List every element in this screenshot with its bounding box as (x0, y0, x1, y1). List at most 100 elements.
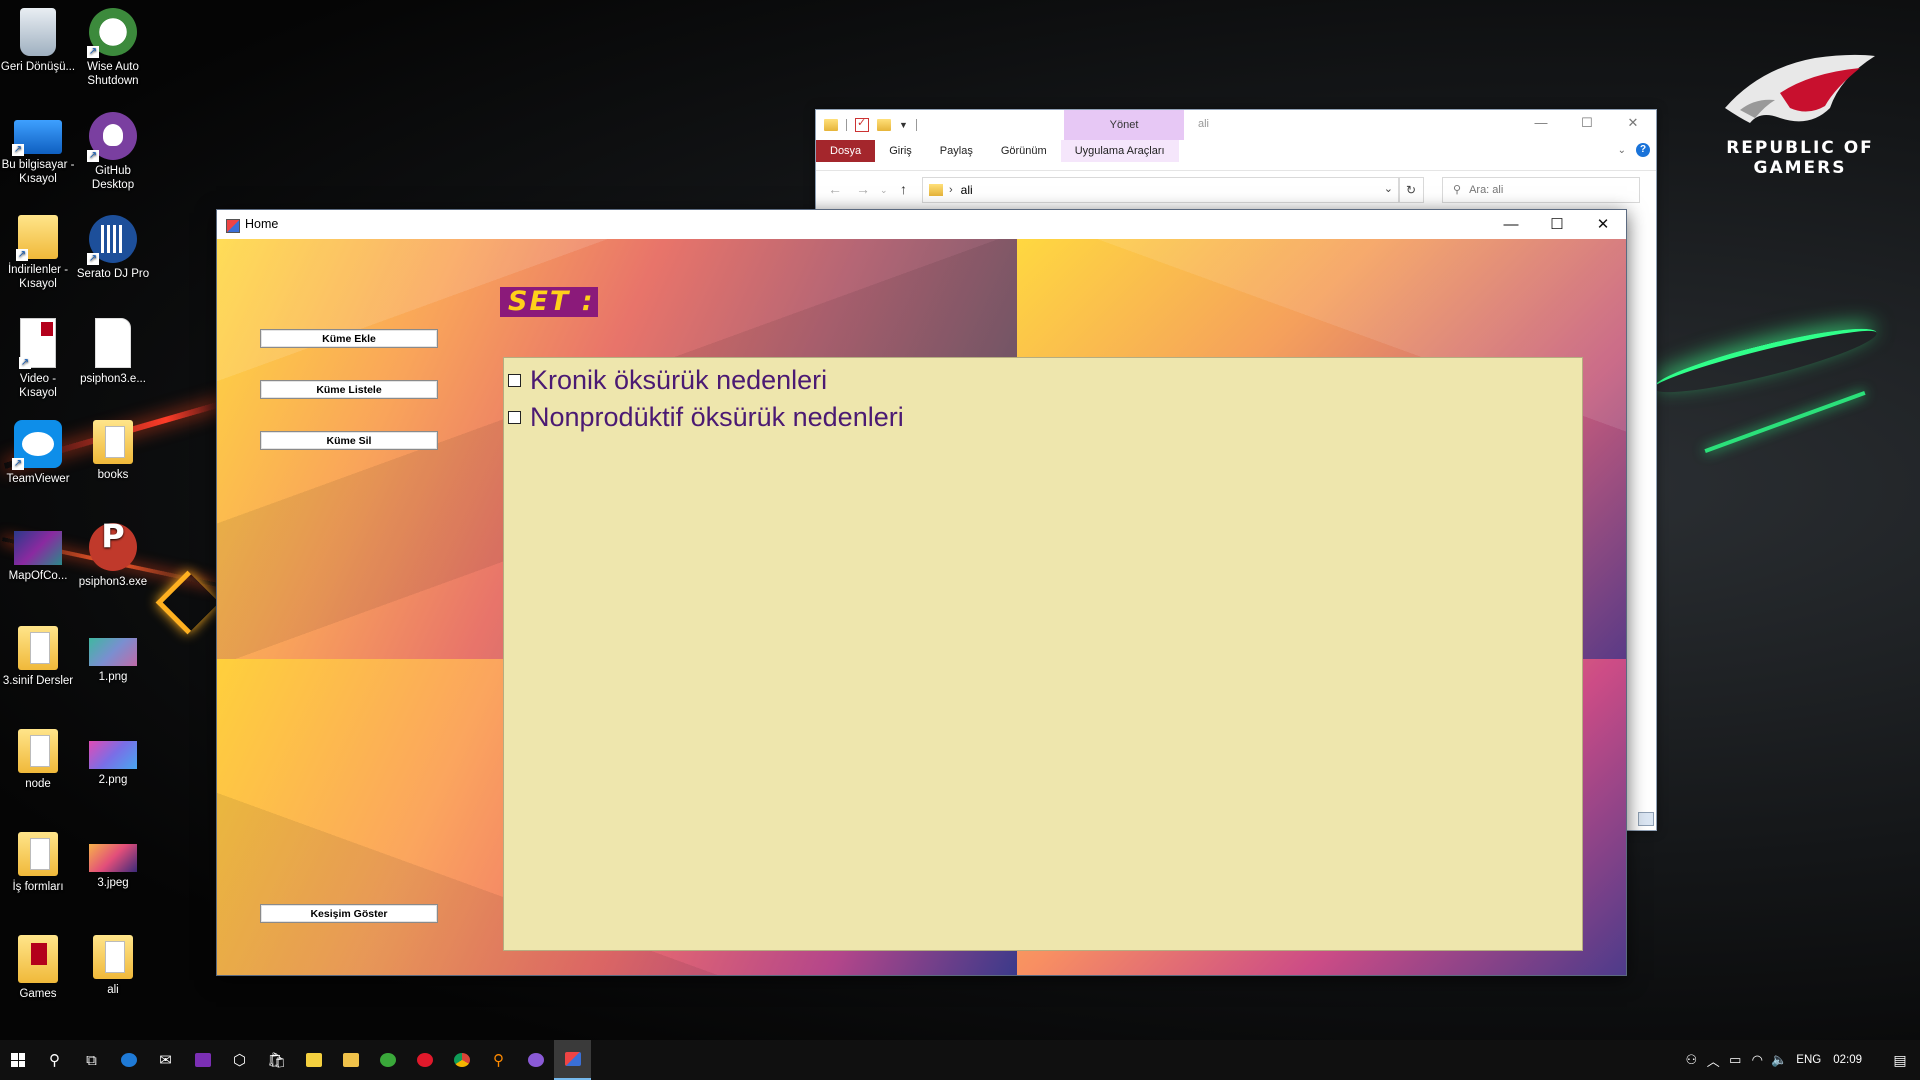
minimize-button[interactable]: — (1488, 210, 1534, 239)
list-sets-button[interactable]: Küme Listele (260, 380, 438, 399)
home-window[interactable]: Home — ☐ ✕ Küme Ekle Küme Listele Küme S… (216, 209, 1627, 976)
desktop-icon-label: Video - Kısayol (19, 373, 57, 399)
psiphon-icon (89, 523, 137, 571)
forward-arrow-icon[interactable]: → (856, 181, 870, 197)
desktop-icon-games[interactable]: Games (0, 935, 76, 1001)
new-folder-icon[interactable] (877, 119, 891, 131)
app-icon[interactable] (517, 1040, 554, 1080)
desktop-icon-psiphon-file[interactable]: psiphon3.e... (75, 318, 151, 386)
desktop-icon-node[interactable]: node (0, 729, 76, 791)
desktop-icon-wise-auto-shutdown[interactable]: Wise Auto Shutdown (75, 8, 151, 88)
close-button[interactable]: ✕ (1610, 110, 1656, 136)
rog-eye-icon (1720, 48, 1880, 138)
desktop-icon-recycle-bin[interactable]: Geri Dönüşü... (0, 8, 76, 74)
desktop-icon-3-jpeg[interactable]: 3.jpeg (75, 832, 151, 890)
home-titlebar[interactable]: Home — ☐ ✕ (217, 210, 1626, 239)
onenote-icon[interactable] (184, 1040, 221, 1080)
desktop-icon-3-sinif-dersler[interactable]: 3.sinif Dersler (0, 626, 76, 688)
tab-view[interactable]: Görünüm (987, 140, 1061, 162)
desktop-icon-github-desktop[interactable]: GitHub Desktop (75, 112, 151, 192)
desktop-icon-is-formlari[interactable]: İş formları (0, 832, 76, 894)
desktop-icon-2-png[interactable]: 2.png (75, 729, 151, 787)
desktop-icon-label: 3.sinif Dersler (2, 675, 74, 687)
wifi-icon[interactable]: ◠ (1746, 1052, 1768, 1068)
breadcrumb-current[interactable]: ali (961, 183, 973, 197)
chrome-icon[interactable] (443, 1040, 480, 1080)
set-list-item[interactable]: Kronik öksürük nedenleri (506, 362, 1582, 399)
address-bar[interactable]: › ali ⌄ (922, 177, 1400, 203)
chevron-down-icon[interactable]: ▼ (899, 120, 908, 130)
properties-icon[interactable] (855, 116, 869, 132)
task-view-icon[interactable]: ⧉ (73, 1040, 110, 1080)
store-icon[interactable]: 🛍 (258, 1040, 295, 1080)
close-button[interactable]: ✕ (1580, 210, 1626, 239)
3d-viewer-icon[interactable]: ⬡ (221, 1040, 258, 1080)
show-intersection-button[interactable]: Kesişim Göster (260, 904, 438, 923)
chevron-down-icon[interactable]: ⌄ (1384, 182, 1393, 195)
sticky-notes-icon[interactable] (295, 1040, 332, 1080)
explorer-title: ali (1198, 118, 1210, 130)
language-indicator[interactable]: ENG (1796, 1054, 1821, 1066)
tab-share[interactable]: Paylaş (926, 140, 987, 162)
desktop-icons: Geri Dönüşü... Wise Auto Shutdown Bu bil… (0, 0, 150, 1040)
folder-icon[interactable] (824, 119, 838, 131)
maximize-button[interactable]: ☐ (1564, 110, 1610, 136)
start-button[interactable] (0, 1040, 36, 1080)
desktop-icon-label: Wise Auto Shutdown (87, 61, 139, 87)
set-item-label: Nonprodüktif öksürük nedenleri (530, 402, 904, 432)
help-icon[interactable]: ? (1636, 143, 1650, 157)
tab-file[interactable]: Dosya (816, 140, 876, 162)
refresh-button[interactable]: ↻ (1398, 177, 1424, 203)
back-arrow-icon[interactable]: ← (828, 181, 842, 197)
people-icon[interactable]: ⚇ (1680, 1052, 1702, 1068)
delete-set-button[interactable]: Küme Sil (260, 431, 438, 450)
desktop-icon-downloads[interactable]: İndirilenler - Kısayol (0, 215, 76, 291)
set-checklist[interactable]: Kronik öksürük nedenleri Nonprodüktif ök… (503, 357, 1583, 951)
volume-icon[interactable]: 🔈 (1768, 1052, 1790, 1068)
tab-application-tools[interactable]: Uygulama Araçları (1060, 140, 1179, 162)
contextual-tab-manage[interactable]: Yönet (1064, 110, 1184, 140)
file-explorer-icon[interactable] (332, 1040, 369, 1080)
opera-icon[interactable] (406, 1040, 443, 1080)
xbox-icon[interactable] (369, 1040, 406, 1080)
search-icon[interactable]: ⚲ (36, 1040, 73, 1080)
tab-home[interactable]: Giriş (875, 140, 926, 162)
home-app-taskbar-icon[interactable] (554, 1040, 591, 1080)
desktop-icon-video[interactable]: Video - Kısayol (0, 318, 76, 400)
add-set-button[interactable]: Küme Ekle (260, 329, 438, 348)
search-input[interactable]: ⚲ Ara: ali (1442, 177, 1640, 203)
app-icon (226, 219, 240, 233)
expand-ribbon-icon[interactable]: ⌄ (1618, 145, 1626, 156)
windows-logo-icon (11, 1053, 25, 1067)
rog-text-line1: REPUBLIC OF (1726, 138, 1874, 158)
desktop-icon-psiphon-exe[interactable]: psiphon3.exe (75, 523, 151, 589)
checkbox[interactable] (508, 374, 521, 387)
desktop-icon-label: books (97, 469, 129, 481)
desktop-icon-1-png[interactable]: 1.png (75, 626, 151, 684)
chevron-up-icon[interactable]: ︿ (1702, 1051, 1724, 1070)
up-arrow-icon[interactable]: ↑ (900, 181, 907, 197)
mail-icon[interactable]: ✉ (147, 1040, 184, 1080)
desktop-icon-ali[interactable]: ali (75, 935, 151, 997)
set-list-item[interactable]: Nonprodüktif öksürük nedenleri (506, 399, 1582, 436)
downloads-folder-icon (16, 215, 58, 261)
explorer-titlebar[interactable]: ▼ Yönet ali — ☐ ✕ (816, 110, 1656, 140)
desktop-icon-this-pc[interactable]: Bu bilgisayar - Kısayol (0, 112, 76, 186)
battery-icon[interactable]: ▭ (1724, 1052, 1746, 1068)
edge-icon[interactable] (110, 1040, 147, 1080)
search-tool-icon[interactable]: ⚲ (480, 1040, 517, 1080)
recent-locations-icon[interactable]: ⌄ (880, 185, 888, 196)
desktop-icon-teamviewer[interactable]: TeamViewer (0, 420, 76, 486)
desktop-icon-books[interactable]: books (75, 420, 151, 482)
checkbox[interactable] (508, 411, 521, 424)
notification-icon[interactable]: ▤ (1880, 1052, 1920, 1069)
minimize-button[interactable]: — (1518, 110, 1564, 136)
details-view-icon[interactable] (1638, 812, 1654, 826)
desktop-icon-mapofco[interactable]: MapOfCo... (0, 523, 76, 583)
desktop-icon-serato[interactable]: Serato DJ Pro (75, 215, 151, 281)
maximize-button[interactable]: ☐ (1534, 210, 1580, 239)
clock[interactable]: 02:09 (1833, 1054, 1862, 1066)
rog-logo: REPUBLIC OF GAMERS (1700, 48, 1900, 178)
breadcrumb-separator: › (949, 184, 953, 196)
wise-auto-shutdown-icon (87, 8, 137, 58)
